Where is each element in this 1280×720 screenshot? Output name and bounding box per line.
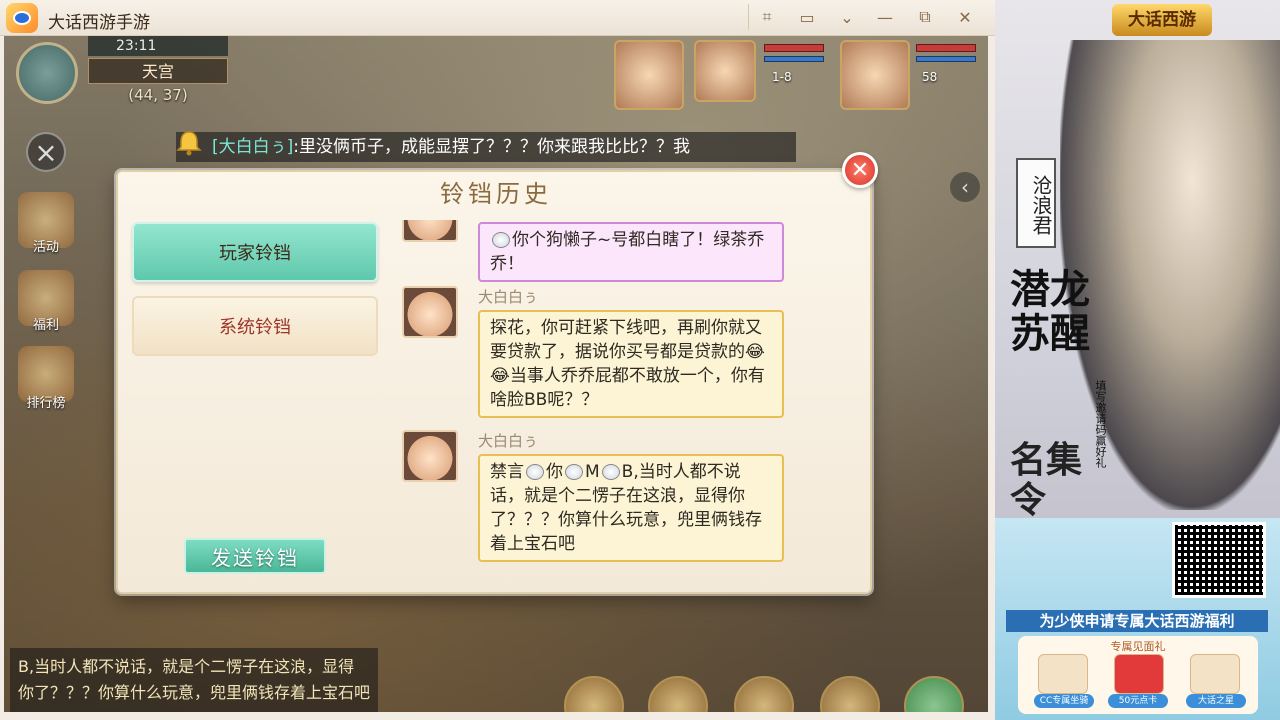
gift-mount-icon [1038, 654, 1088, 694]
item-avatar[interactable] [694, 40, 756, 102]
message-bubble: 你个狗懒子~号都白瞎了！绿茶乔乔！ [478, 222, 784, 282]
avatar[interactable] [402, 220, 458, 242]
screen: 大话西游手游 ⌗ ▭ ⌄ — ⧉ ✕ 23:11 天宫 (44, 37) 1-8… [0, 0, 1280, 720]
location-name[interactable]: 天宫 [88, 58, 228, 84]
character-nameplate: 沧浪君 [1016, 158, 1056, 248]
sender-name[interactable]: 大白白ぅ [478, 430, 538, 451]
player-hp-bar [916, 44, 976, 52]
location-coords: (44, 37) [128, 86, 188, 104]
gift-label: CC专属坐骑 [1034, 694, 1094, 708]
window-title: 大话西游手游 [48, 13, 150, 33]
emoji-icon [492, 232, 510, 248]
pet-avatar[interactable] [614, 40, 684, 110]
gift-label: 大话之星 [1186, 694, 1246, 708]
message-list[interactable]: 你个狗懒子~号都白瞎了！绿茶乔乔！ 大白白ぅ 探花，你可赶紧下线吧，再刷你就又要… [396, 220, 790, 576]
pet-mp-bar [764, 56, 824, 62]
restore-icon[interactable]: ⧉ [910, 4, 940, 30]
minimize-icon[interactable]: — [870, 4, 900, 30]
qr-code[interactable] [1172, 522, 1266, 598]
send-bell-button[interactable]: 发送铃铛 [184, 538, 326, 574]
promo-banner[interactable]: 为少侠申请专属大话西游福利 [1006, 610, 1268, 632]
player-avatar[interactable] [840, 40, 910, 110]
broadcast-bar[interactable]: [大白白ぅ]:里没俩币子，成能显摆了？？？你来跟我比比？？我 [176, 132, 796, 162]
broadcast-sender[interactable]: [大白白ぅ] [212, 137, 293, 157]
welfare-label: 福利 [32, 318, 59, 333]
emoji-icon [601, 464, 620, 480]
broadcast-text: :里没俩币子，成能显摆了？？？你来跟我比比？？我 [293, 137, 690, 157]
bell-icon [176, 131, 202, 156]
chat-icon[interactable]: ▭ [792, 4, 822, 30]
gift-label: 50元点卡 [1108, 694, 1168, 708]
title-bar: 大话西游手游 ⌗ ▭ ⌄ — ⧉ ✕ [0, 0, 995, 36]
clock: 23:11 [88, 36, 228, 56]
ad-collect-text: 名集令 [1010, 439, 1083, 521]
app-logo-icon [6, 3, 38, 33]
chevron-left-icon[interactable]: ‹ [950, 172, 980, 202]
minimap-icon[interactable] [16, 42, 78, 104]
gift-star-icon [1190, 654, 1240, 694]
chat-log[interactable]: B,当时人都不说话，就是个二愣子在这浪，显得你了？？？你算什么玩意，兜里俩钱存着… [10, 648, 378, 712]
dropdown-icon[interactable]: ⌄ [832, 4, 862, 30]
pet-level: 1-8 [772, 70, 792, 84]
activity-label: 活动 [32, 240, 59, 255]
chat-text: B,当时人都不说话，就是个二愣子在这浪，显得你了？？？你算什么玩意，兜里俩钱存着… [18, 657, 371, 702]
tab-system-bells[interactable]: 系统铃铛 [132, 296, 378, 356]
player-level: 58 [922, 70, 938, 84]
divider [748, 4, 749, 30]
message-bubble: 禁言你 M B,当时人都不说话，就是个二愣子在这浪，显得你了？？？你算什么玩意，兜里… [478, 454, 784, 562]
pet-hp-bar [764, 44, 824, 52]
emoji-icon [565, 464, 583, 480]
emulator-window: 大话西游手游 ⌗ ▭ ⌄ — ⧉ ✕ 23:11 天宫 (44, 37) 1-8… [0, 0, 995, 720]
player-mp-bar [916, 56, 976, 62]
message-text: M [585, 462, 600, 482]
ranking-label: 排行榜 [26, 396, 66, 411]
sender-name[interactable]: 大白白ぅ [478, 286, 538, 307]
close-dialog-button[interactable]: ✕ [842, 152, 878, 188]
dialog-title: 铃铛历史 [440, 180, 552, 208]
message-text: 探花，你可赶紧下线吧，再刷你就又要贷款了，据说你买号都是贷款的😂😂当事人乔乔屁都… [490, 318, 765, 410]
crop-icon[interactable]: ⌗ [752, 4, 782, 30]
message-text: 你 [546, 462, 563, 482]
gift-title: 专属见面礼 [1110, 640, 1166, 653]
message-text: 禁言 [490, 462, 524, 482]
close-window-icon[interactable]: ✕ [950, 4, 980, 30]
gift-card-icon [1114, 654, 1164, 694]
ad-slogan: 潜龙苏醒 [1010, 266, 1090, 357]
tab-player-bells[interactable]: 玩家铃铛 [132, 222, 378, 282]
avatar[interactable] [402, 430, 458, 482]
game-logo: 大话西游 [1112, 4, 1212, 36]
message-bubble: 探花，你可赶紧下线吧，再刷你就又要贷款了，据说你买号都是贷款的😂😂当事人乔乔屁都… [478, 310, 784, 418]
emoji-icon [526, 464, 544, 480]
close-hud-icon[interactable]: × [26, 132, 66, 172]
avatar[interactable] [402, 286, 458, 338]
message-text: 你个狗懒子~号都白瞎了！绿茶乔乔！ [490, 230, 765, 274]
